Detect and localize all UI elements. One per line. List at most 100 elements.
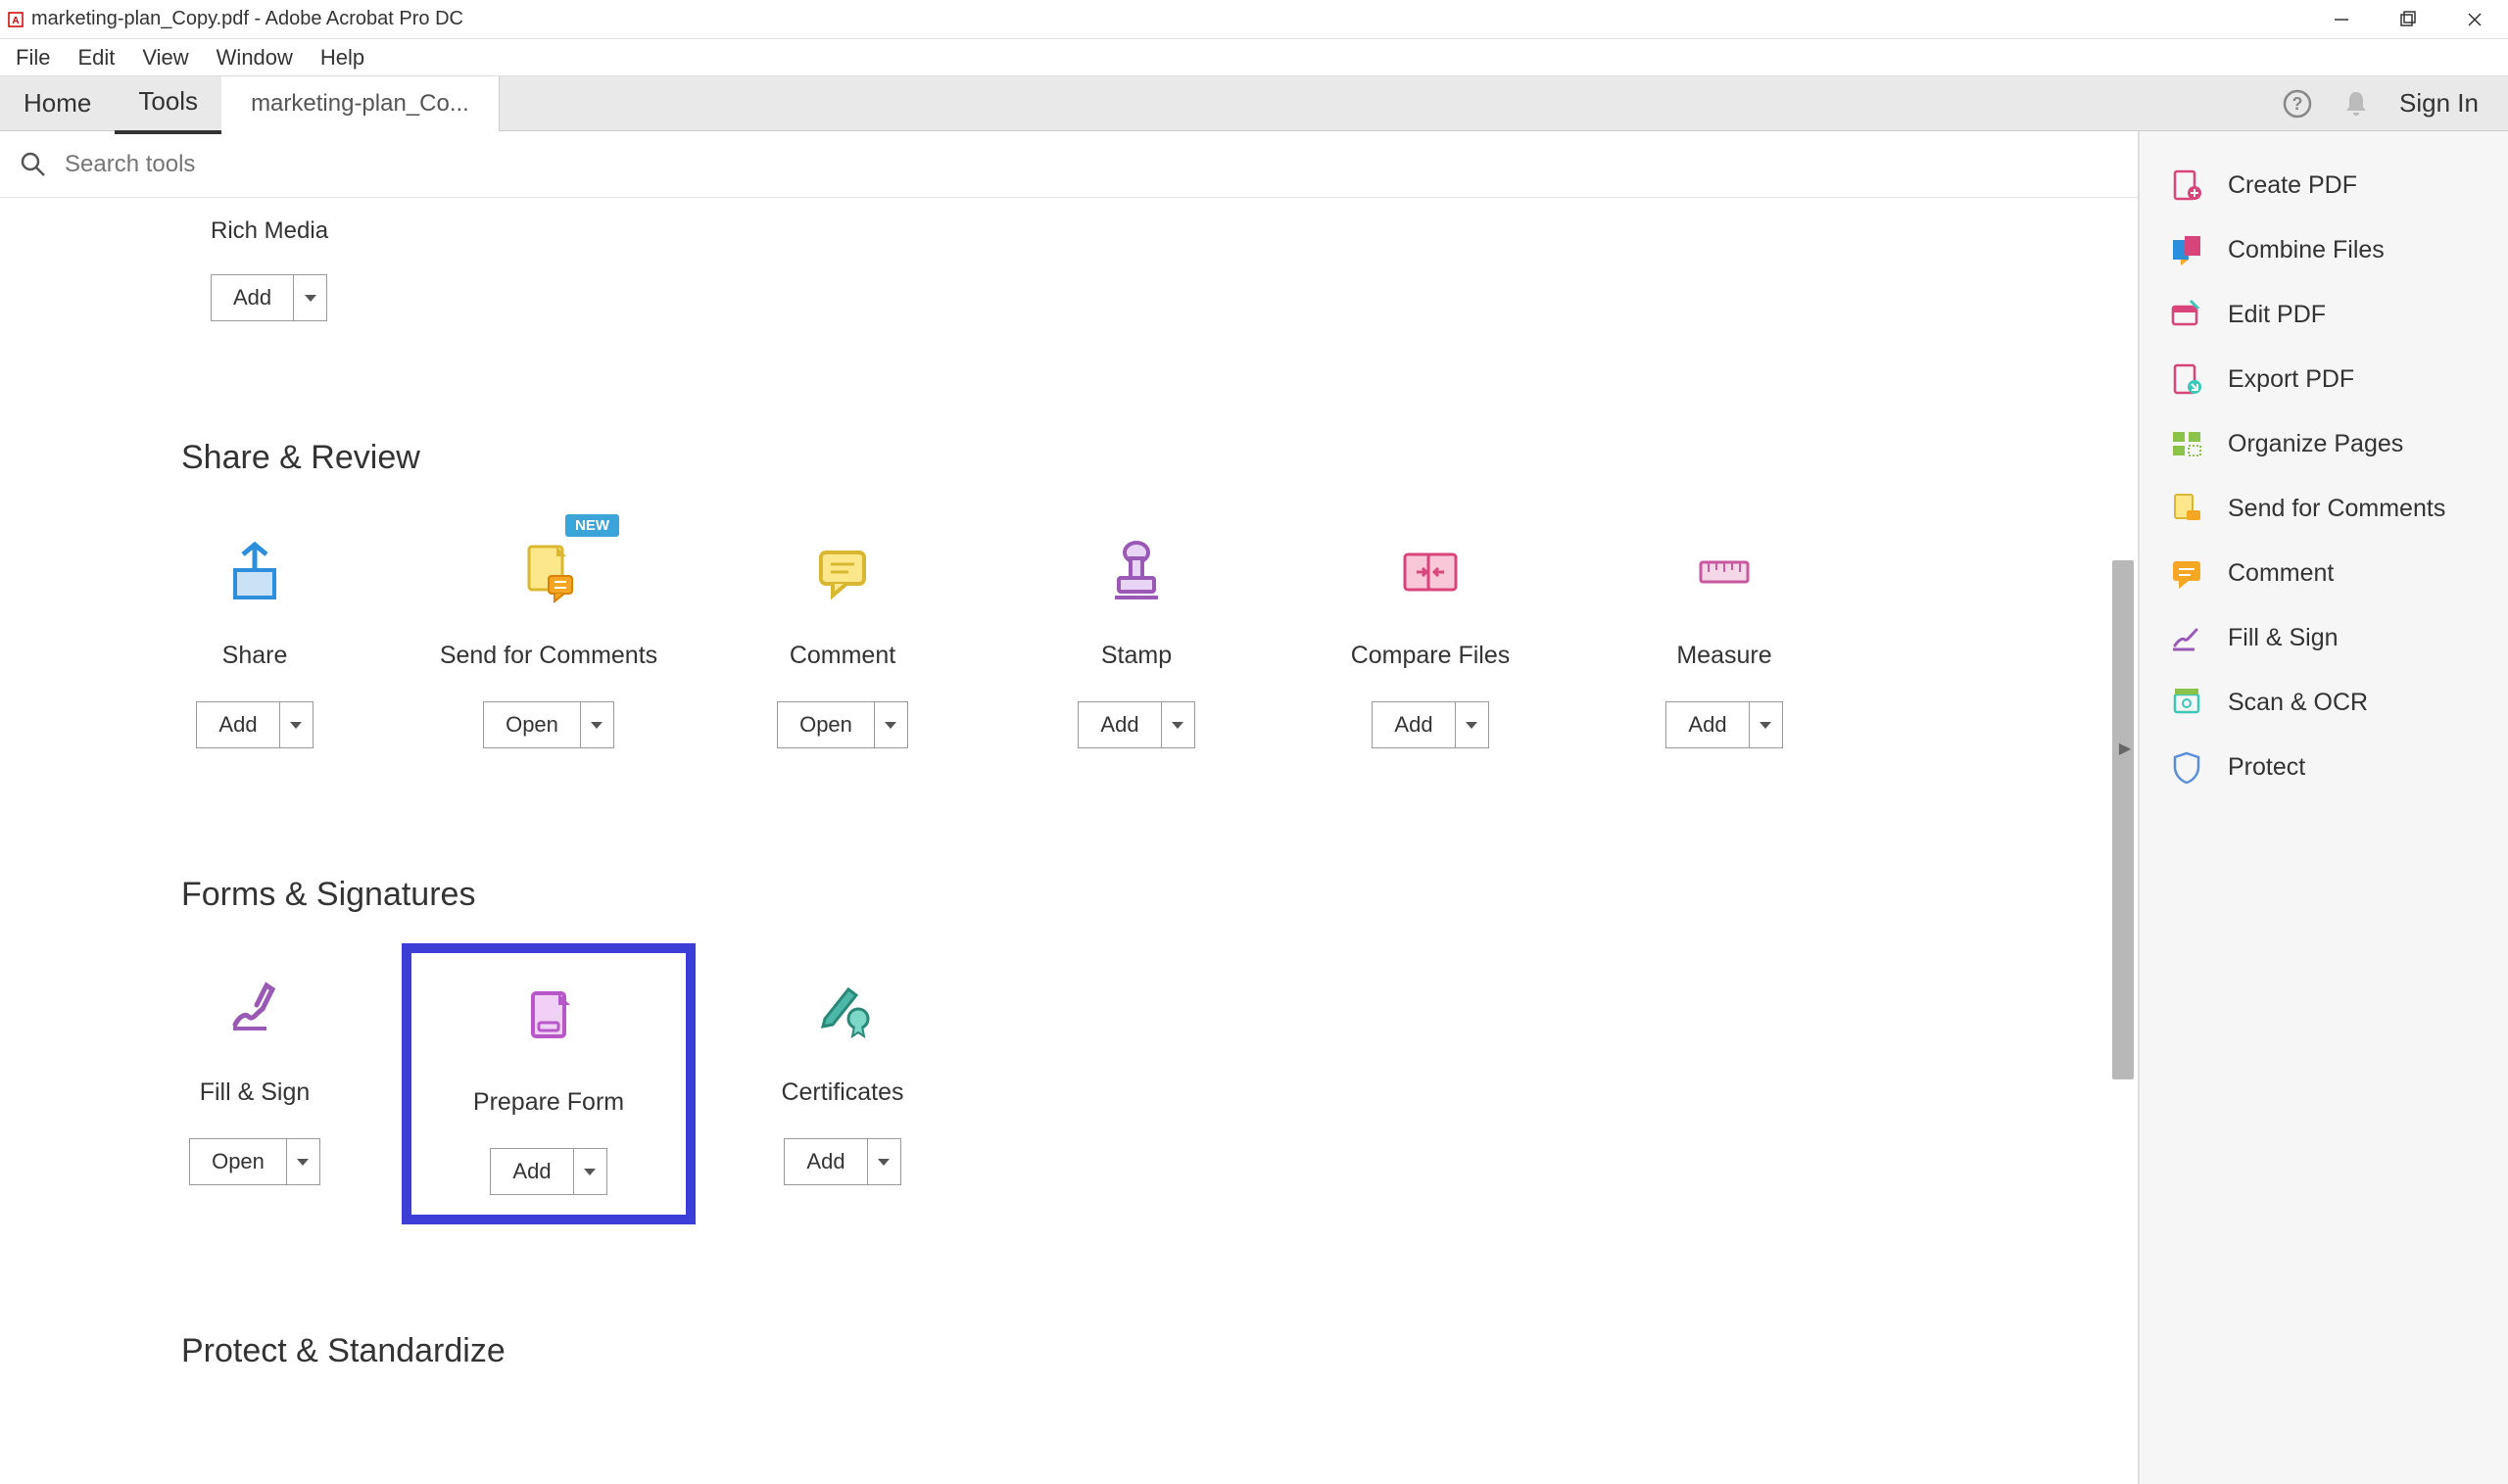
certificates-icon xyxy=(803,963,882,1051)
main-panel: Rich Media Add Share & Review Share Add NE… xyxy=(0,131,2140,1484)
sidebar-item-scan-ocr[interactable]: Scan & OCR xyxy=(2140,670,2508,735)
tab-bar: Home Tools marketing-plan_Co... ? Sign I… xyxy=(0,76,2508,131)
fill-sign-icon xyxy=(216,963,294,1051)
comment-open-button[interactable]: Open xyxy=(777,701,875,748)
sidebar-item-fill-sign-side[interactable]: Fill & Sign xyxy=(2140,605,2508,670)
send-comments-icon: NEW xyxy=(509,526,588,614)
tool-label: Compare Files xyxy=(1351,642,1511,670)
section-forms-signatures-title: Forms & Signatures xyxy=(181,876,2098,914)
tool-label: Stamp xyxy=(1101,642,1172,670)
search-input[interactable] xyxy=(65,151,457,178)
tool-label-rich-media: Rich Media xyxy=(211,217,2098,245)
stamp-dropdown[interactable] xyxy=(1162,701,1195,748)
section-share-review-title: Share & Review xyxy=(181,439,2098,477)
rich-media-dropdown[interactable] xyxy=(294,274,327,321)
fill-sign-side-icon xyxy=(2169,620,2204,655)
sidebar-item-send-comments-side[interactable]: Send for Comments xyxy=(2140,476,2508,541)
sidebar-item-combine[interactable]: Combine Files xyxy=(2140,217,2508,282)
sidebar-item-label: Comment xyxy=(2228,559,2334,588)
sidebar-item-label: Combine Files xyxy=(2228,236,2385,264)
compare-add-button[interactable]: Add xyxy=(1372,701,1455,748)
share-icon xyxy=(216,526,294,614)
organize-icon xyxy=(2169,426,2204,461)
sidebar-item-comment-side[interactable]: Comment xyxy=(2140,541,2508,605)
send-comments-side-icon xyxy=(2169,491,2204,526)
sidebar-item-label: Export PDF xyxy=(2228,365,2354,394)
measure-icon xyxy=(1685,526,1763,614)
tool-card-measure[interactable]: Measure Add xyxy=(1577,506,1871,768)
fill-sign-open-button[interactable]: Open xyxy=(189,1138,287,1185)
tool-card-certificates[interactable]: Certificates Add xyxy=(696,943,989,1224)
rich-media-add-button[interactable]: Add xyxy=(211,274,294,321)
tab-home[interactable]: Home xyxy=(0,74,115,132)
prepare-form-dropdown[interactable] xyxy=(574,1148,607,1195)
tool-card-comment[interactable]: CommentOpen xyxy=(696,506,989,768)
sidebar-item-protect[interactable]: Protect xyxy=(2140,735,2508,799)
tool-label: Share xyxy=(222,642,288,670)
menu-view[interactable]: View xyxy=(128,39,202,76)
tab-document[interactable]: marketing-plan_Co... xyxy=(221,76,500,131)
help-icon[interactable]: ? xyxy=(2282,88,2313,120)
side-panel-collapse-toggle[interactable]: ▶ xyxy=(2112,729,2138,768)
menu-edit[interactable]: Edit xyxy=(64,39,128,76)
section-protect-standardize-title: Protect & Standardize xyxy=(181,1332,2098,1370)
sidebar-item-export-pdf[interactable]: Export PDF xyxy=(2140,347,2508,411)
measure-add-button[interactable]: Add xyxy=(1665,701,1749,748)
comment-dropdown[interactable] xyxy=(875,701,908,748)
tool-card-share[interactable]: Share Add xyxy=(108,506,402,768)
tools-scroll-area[interactable]: Rich Media Add Share & Review Share Add NE… xyxy=(0,198,2138,1484)
window-title: marketing-plan_Copy.pdf - Adobe Acrobat … xyxy=(31,8,2328,30)
combine-icon xyxy=(2169,232,2204,267)
tool-card-compare[interactable]: Compare Files Add xyxy=(1283,506,1577,768)
forms-signatures-grid: Fill & SignOpenPrepare FormAddCertificat… xyxy=(108,943,2098,1224)
sidebar-item-label: Fill & Sign xyxy=(2228,624,2339,652)
tool-card-send-comments[interactable]: NEWSend for CommentsOpen xyxy=(402,506,696,768)
export-pdf-icon xyxy=(2169,361,2204,397)
edit-pdf-icon xyxy=(2169,297,2204,332)
scrollbar-thumb[interactable] xyxy=(2112,560,2134,1079)
svg-text:A: A xyxy=(12,16,19,26)
sidebar-item-edit-pdf[interactable]: Edit PDF xyxy=(2140,282,2508,347)
tool-label: Fill & Sign xyxy=(200,1078,311,1107)
prepare-form-icon xyxy=(509,973,588,1061)
svg-text:?: ? xyxy=(2292,94,2303,114)
menu-window[interactable]: Window xyxy=(203,39,307,76)
tool-card-prepare-form[interactable]: Prepare FormAdd xyxy=(402,943,696,1224)
send-comments-open-button[interactable]: Open xyxy=(483,701,581,748)
side-panel: ▶ Create PDFCombine FilesEdit PDFExport … xyxy=(2140,131,2508,1484)
compare-dropdown[interactable] xyxy=(1456,701,1489,748)
share-add-button[interactable]: Add xyxy=(196,701,279,748)
certificates-dropdown[interactable] xyxy=(868,1138,901,1185)
fill-sign-dropdown[interactable] xyxy=(287,1138,320,1185)
compare-icon xyxy=(1391,526,1470,614)
menu-file[interactable]: File xyxy=(2,39,64,76)
share-dropdown[interactable] xyxy=(280,701,314,748)
protect-icon xyxy=(2169,749,2204,785)
menu-help[interactable]: Help xyxy=(307,39,378,76)
notification-bell-icon[interactable] xyxy=(2340,88,2372,120)
sidebar-item-label: Protect xyxy=(2228,753,2305,782)
sidebar-item-organize[interactable]: Organize Pages xyxy=(2140,411,2508,476)
maximize-button[interactable] xyxy=(2394,6,2422,33)
sidebar-item-label: Send for Comments xyxy=(2228,495,2445,523)
title-bar: A marketing-plan_Copy.pdf - Adobe Acroba… xyxy=(0,0,2508,39)
create-pdf-icon xyxy=(2169,168,2204,203)
sidebar-item-label: Edit PDF xyxy=(2228,301,2326,329)
stamp-add-button[interactable]: Add xyxy=(1078,701,1161,748)
tool-label: Certificates xyxy=(781,1078,903,1107)
tool-label: Measure xyxy=(1676,642,1771,670)
tool-card-fill-sign[interactable]: Fill & Sign Open xyxy=(108,943,402,1224)
sign-in-link[interactable]: Sign In xyxy=(2399,88,2479,119)
minimize-button[interactable] xyxy=(2328,6,2355,33)
close-button[interactable] xyxy=(2461,6,2488,33)
tool-card-stamp[interactable]: Stamp Add xyxy=(989,506,1283,768)
scrollbar-track[interactable] xyxy=(2108,198,2138,1484)
prepare-form-add-button[interactable]: Add xyxy=(490,1148,573,1195)
measure-dropdown[interactable] xyxy=(1750,701,1783,748)
sidebar-item-create-pdf[interactable]: Create PDF xyxy=(2140,153,2508,217)
comment-side-icon xyxy=(2169,555,2204,591)
tab-tools[interactable]: Tools xyxy=(115,72,221,134)
send-comments-dropdown[interactable] xyxy=(581,701,614,748)
certificates-add-button[interactable]: Add xyxy=(784,1138,867,1185)
sidebar-item-label: Create PDF xyxy=(2228,171,2357,200)
